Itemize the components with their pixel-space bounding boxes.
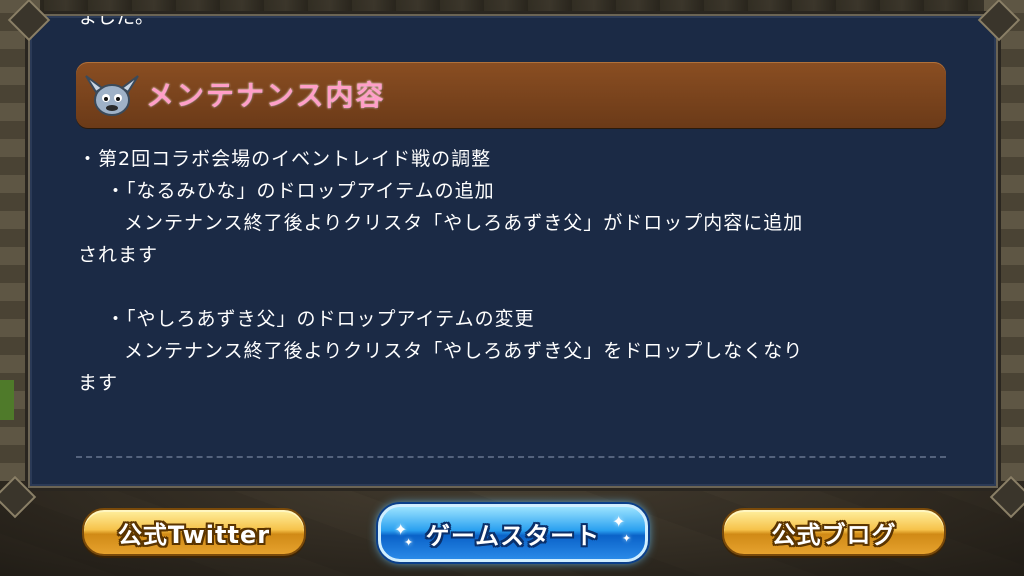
notice-line: ・第2回コラボ会場のイベントレイド戦の調整 [78,148,492,170]
notice-line: メンテナンス終了後よりクリスタ「やしろあずき父」がドロップ内容に追加 [124,212,804,234]
mascot-icon [85,75,139,116]
section-divider [76,456,946,458]
notice-line: ・「やしろあずき父」のドロップアイテムの変更 [106,308,535,330]
notice-line: ます [78,372,119,394]
game-start-button[interactable]: ゲームスタート [378,504,648,562]
section-header: メンテナンス内容 [76,62,946,128]
notice-blank-line [78,272,958,304]
sparkle-icon: ✦ [612,512,626,531]
official-blog-button[interactable]: 公式ブログ [722,508,946,556]
sparkle-icon: ✦ [622,532,632,545]
background-plant [0,380,14,420]
previous-text-fragment: ました。 [78,14,155,28]
notice-line: されます [78,244,159,266]
notice-line: ・「なるみひな」のドロップアイテムの追加 [106,180,495,202]
game-start-label: ゲームスタート [425,521,601,550]
official-twitter-button[interactable]: 公式Twitter [82,508,306,556]
notice-line: メンテナンス終了後よりクリスタ「やしろあずき父」をドロップしなくなり [124,340,804,362]
notice-body: ・第2回コラボ会場のイベントレイド戦の調整 ・「なるみひな」のドロップアイテムの… [78,144,958,400]
notice-panel[interactable]: ました。 メンテナンス内容 ・第2回コラボ会場のイベントレイド戦の調整 ・「なる… [28,14,998,488]
section-title: メンテナンス内容 [146,79,386,112]
sparkle-icon: ✦ [404,536,414,549]
